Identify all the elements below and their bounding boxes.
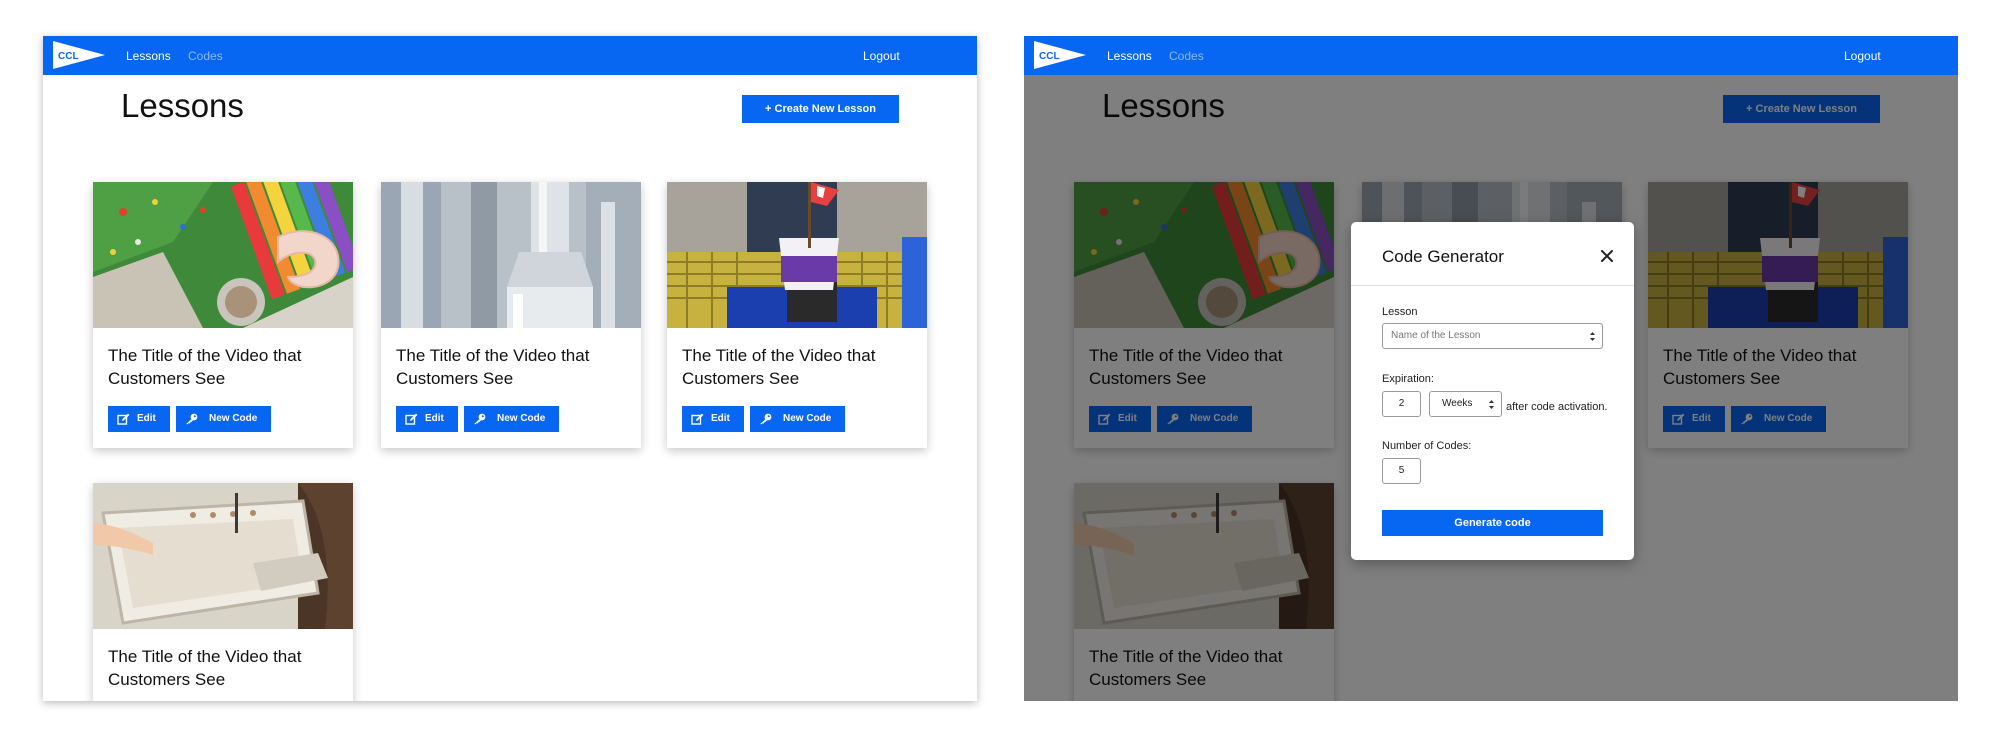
page-title: Lessons <box>121 87 244 124</box>
close-icon[interactable] <box>1599 248 1615 264</box>
new-code-button-label: New Code <box>497 413 546 424</box>
number-of-codes-label: Number of Codes: <box>1382 440 1472 452</box>
nav-codes-link[interactable]: Codes <box>188 49 223 63</box>
lesson-select[interactable]: Name of the Lesson <box>1382 323 1603 349</box>
generate-code-button[interactable]: Generate code <box>1382 510 1603 536</box>
new-code-button[interactable]: New Code <box>464 406 559 432</box>
new-code-button[interactable]: New Code <box>750 406 845 432</box>
expiration-input[interactable]: 2 <box>1382 391 1421 417</box>
logout-link[interactable]: Logout <box>1844 49 1881 63</box>
lesson-title: The Title of the Video that Customers Se… <box>108 346 302 388</box>
code-generator-screen: CCL Lessons Codes Logout Lessons Create … <box>1024 36 1958 701</box>
new-code-button[interactable]: New Code <box>176 406 271 432</box>
key-icon <box>759 413 772 425</box>
lesson-thumbnail[interactable] <box>93 483 353 629</box>
edit-button[interactable]: Edit <box>396 406 458 432</box>
lesson-thumbnail[interactable] <box>93 182 353 328</box>
edit-button[interactable]: Edit <box>108 406 170 432</box>
edit-button-label: Edit <box>711 413 730 424</box>
modal-divider <box>1351 285 1634 286</box>
key-icon <box>473 413 486 425</box>
ccl-logo[interactable]: CCL <box>53 41 105 69</box>
expiration-label: Expiration: <box>1382 373 1434 385</box>
navbar: CCL Lessons Codes Logout <box>43 36 977 75</box>
expiration-unit-select[interactable]: Weeks <box>1429 391 1502 417</box>
modal-title: Code Generator <box>1382 247 1504 266</box>
lesson-title: The Title of the Video that Customers Se… <box>682 346 876 388</box>
navbar: CCL Lessons Codes Logout <box>1024 36 1958 75</box>
number-of-codes-input[interactable]: 5 <box>1382 458 1421 484</box>
generate-button-label: Generate code <box>1454 517 1531 529</box>
edit-button[interactable]: Edit <box>682 406 744 432</box>
edit-icon <box>405 413 418 425</box>
key-icon <box>185 413 198 425</box>
create-new-lesson-button[interactable]: Create New Lesson <box>742 95 899 123</box>
select-arrows-icon <box>1590 332 1595 341</box>
lesson-thumbnail[interactable] <box>667 182 927 328</box>
new-code-button-label: New Code <box>209 413 258 424</box>
lesson-label: Lesson <box>1382 306 1418 318</box>
expiration-unit-value: Weeks <box>1442 398 1473 409</box>
lessons-screen: CCL Lessons Codes Logout Lessons Create … <box>43 36 977 701</box>
select-arrows-icon <box>1489 400 1494 409</box>
nav-lessons-link[interactable]: Lessons <box>1107 49 1152 63</box>
lesson-select-value: Name of the Lesson <box>1391 330 1481 341</box>
create-button-label: Create New Lesson <box>774 103 876 115</box>
logo-text: CCL <box>1039 51 1060 62</box>
logout-link[interactable]: Logout <box>863 49 900 63</box>
nav-lessons-link[interactable]: Lessons <box>126 49 171 63</box>
edit-icon <box>691 413 704 425</box>
new-code-button-label: New Code <box>783 413 832 424</box>
edit-button-label: Edit <box>425 413 444 424</box>
edit-button-label: Edit <box>137 413 156 424</box>
edit-icon <box>117 413 130 425</box>
ccl-logo[interactable]: CCL <box>1034 41 1086 69</box>
lesson-card: The Title of the Video that Customers Se… <box>381 182 641 448</box>
nav-codes-link[interactable]: Codes <box>1169 49 1204 63</box>
lesson-card: The Title of the Video that Customers Se… <box>93 182 353 448</box>
lesson-card: The Title of the Video that Customers Se… <box>93 483 353 701</box>
lesson-card: The Title of the Video that Customers Se… <box>667 182 927 448</box>
code-generator-modal: Code Generator Lesson Name of the Lesson… <box>1351 222 1634 560</box>
lesson-title: The Title of the Video that Customers Se… <box>396 346 590 388</box>
lesson-thumbnail[interactable] <box>381 182 641 328</box>
lesson-title: The Title of the Video that Customers Se… <box>108 647 302 689</box>
expiration-suffix: after code activation. <box>1506 401 1608 413</box>
logo-text: CCL <box>58 51 79 62</box>
